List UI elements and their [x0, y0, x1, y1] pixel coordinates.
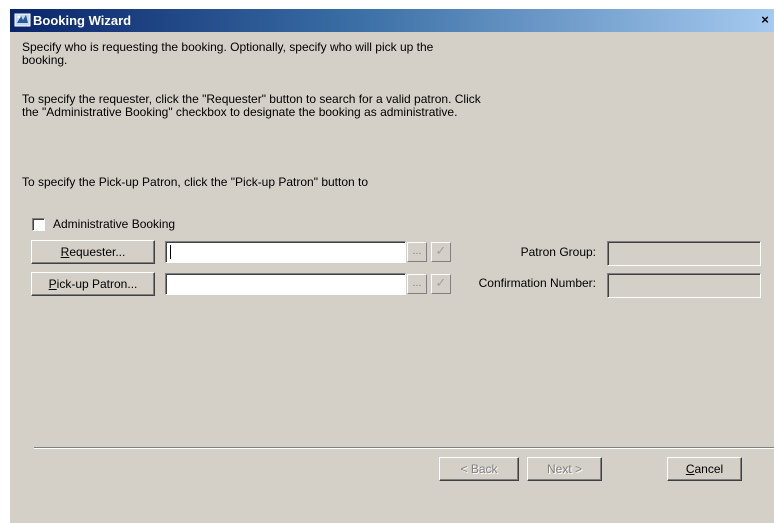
pickup-accel: P	[48, 277, 57, 291]
patron-group-field	[607, 241, 761, 266]
pickup-patron-input[interactable]	[165, 273, 406, 295]
title-bar[interactable]: Booking Wizard ×	[10, 9, 774, 32]
close-icon: ×	[761, 12, 769, 27]
pickup-validate-button[interactable]: ✓	[431, 274, 451, 294]
requester-validate-button[interactable]: ✓	[431, 242, 451, 262]
administrative-booking-checkbox[interactable]: Administrative Booking	[32, 216, 175, 232]
check-icon: ✓	[435, 243, 447, 258]
close-button[interactable]: ×	[756, 11, 774, 29]
requester-input[interactable]	[165, 241, 406, 263]
patron-group-label: Patron Group:	[520, 245, 596, 259]
cancel-button[interactable]: Cancel	[667, 457, 742, 481]
window-title: Booking Wizard	[33, 13, 132, 28]
instruction-paragraph-1: Specify who is requesting the booking. O…	[22, 40, 434, 67]
instruction-paragraph-2: To specify the requester, click the "Req…	[22, 92, 481, 119]
ellipsis-icon: ...	[412, 277, 422, 289]
pickup-label: ick-up Patron...	[56, 277, 138, 291]
back-button[interactable]: < Back	[439, 457, 519, 481]
checkbox-box[interactable]	[32, 217, 45, 231]
booking-wizard-icon	[14, 13, 31, 27]
requester-accel: R	[60, 245, 70, 259]
administrative-booking-label: Administrative Booking	[53, 217, 176, 231]
requester-browse-button[interactable]: ...	[407, 242, 427, 262]
footer-divider	[34, 447, 774, 449]
requester-label: equester...	[69, 245, 126, 259]
next-button[interactable]: Next >	[527, 457, 602, 481]
ellipsis-icon: ...	[412, 245, 422, 257]
text-caret	[170, 245, 171, 259]
check-icon: ✓	[435, 275, 447, 290]
cancel-label: ancel	[694, 462, 724, 476]
pickup-browse-button[interactable]: ...	[407, 274, 427, 294]
confirmation-number-field	[607, 273, 761, 298]
booking-wizard-window: Booking Wizard × Specify who is requesti…	[10, 9, 774, 523]
requester-button[interactable]: Requester...	[31, 240, 155, 264]
instruction-paragraph-3: To specify the Pick-up Patron, click the…	[22, 175, 369, 189]
pickup-patron-button[interactable]: Pick-up Patron...	[31, 272, 155, 296]
confirmation-number-label: Confirmation Number:	[478, 276, 596, 290]
